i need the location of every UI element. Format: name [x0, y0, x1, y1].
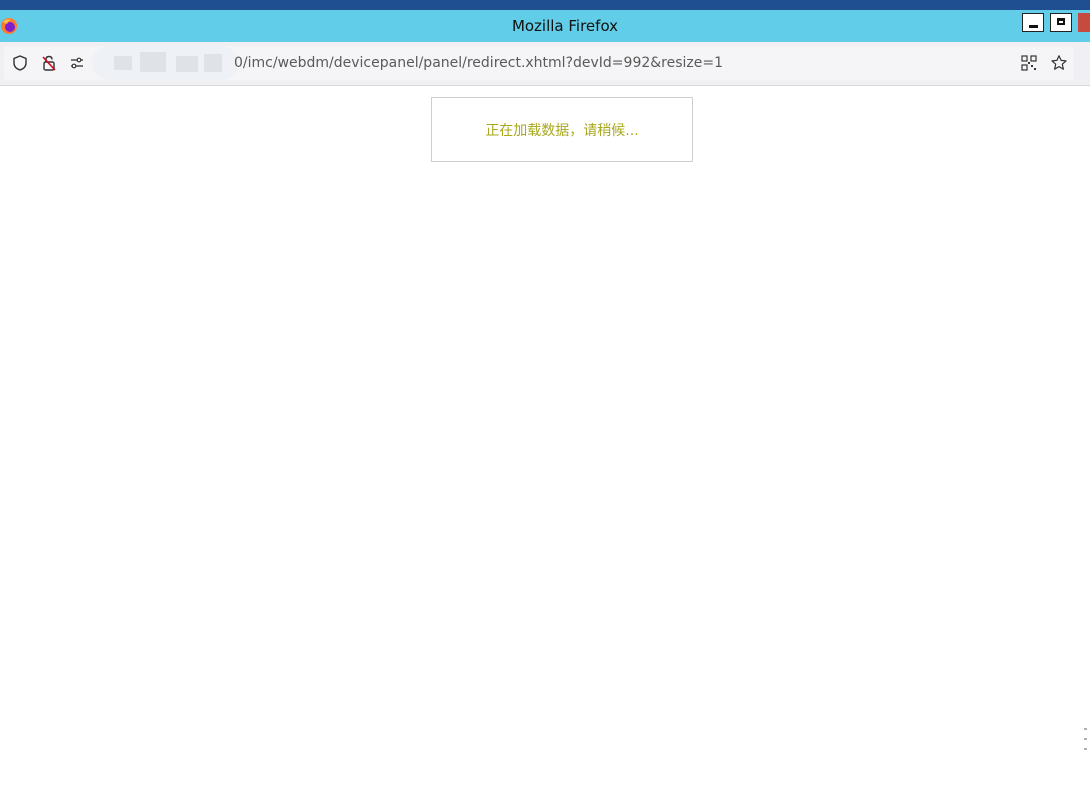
resize-grip[interactable]: [1084, 728, 1088, 768]
permissions-icon[interactable]: [68, 54, 86, 72]
qr-code-icon[interactable]: [1020, 54, 1038, 72]
window-title: Mozilla Firefox: [511, 17, 619, 35]
lock-off-icon[interactable]: [40, 54, 58, 72]
window-controls: [1022, 12, 1090, 32]
minimize-button[interactable]: [1022, 12, 1044, 32]
firefox-icon: [1, 18, 17, 34]
title-bar: Mozilla Firefox: [0, 10, 1090, 42]
maximize-button[interactable]: [1050, 12, 1072, 32]
navigation-toolbar: 0/imc/webdm/devicepanel/panel/redirect.x…: [0, 42, 1090, 86]
url-text[interactable]: 0/imc/webdm/devicepanel/panel/redirect.x…: [234, 46, 723, 80]
redacted-host: [92, 46, 238, 80]
shield-icon[interactable]: [11, 54, 29, 72]
url-bar[interactable]: 0/imc/webdm/devicepanel/panel/redirect.x…: [4, 46, 1074, 80]
browser-window: Mozilla Firefox 0/imc/webdm/devicepanel/…: [0, 0, 1090, 800]
loading-message: 正在加载数据，请稍候...: [485, 122, 639, 139]
close-button[interactable]: [1078, 12, 1090, 32]
desktop-strip: [0, 0, 1090, 10]
bookmark-star-icon[interactable]: [1050, 54, 1068, 72]
loading-dialog: 正在加载数据，请稍候...: [431, 97, 693, 162]
